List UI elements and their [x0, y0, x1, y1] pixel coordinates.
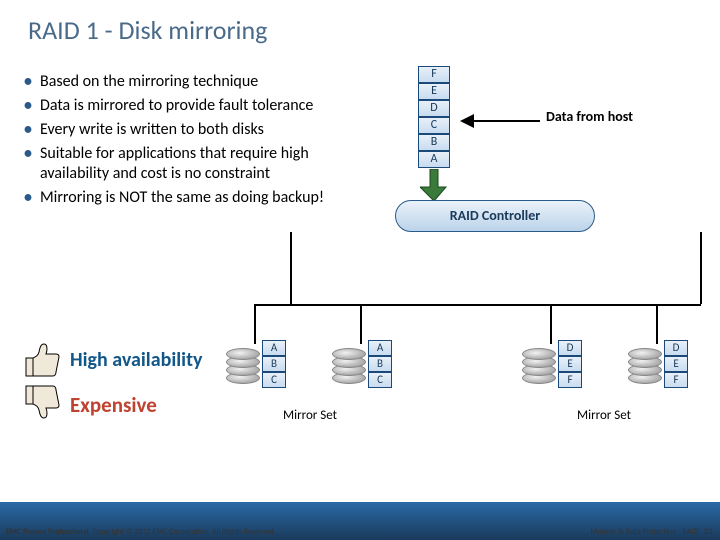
bullet-item: Data is mirrored to provide fault tolera…	[24, 96, 344, 116]
disk-icon: D E F	[628, 342, 662, 388]
bus-line	[360, 304, 362, 344]
bus-line	[254, 304, 256, 344]
disk-data-stack: D E F	[664, 340, 688, 388]
bullet-item: Based on the mirroring technique	[24, 72, 344, 92]
disk-icon: A B C	[332, 342, 366, 388]
data-cell: C	[262, 372, 286, 388]
data-cell: B	[262, 356, 286, 372]
data-cell: D	[558, 340, 582, 356]
arrow-down-icon	[420, 169, 448, 201]
thumbs-down-icon	[22, 384, 62, 420]
bullet-item: Mirroring is NOT the same as doing backu…	[24, 188, 344, 208]
incoming-data-stack: F E D C B A	[418, 66, 450, 168]
data-cell: B	[368, 356, 392, 372]
disk-icon: A B C	[226, 342, 260, 388]
disk-icon: D E F	[522, 342, 556, 388]
mirror-set-label: Mirror Set	[524, 408, 684, 423]
footer-module: Module 3: Data Protection - RAID 23	[591, 527, 712, 537]
bus-line	[656, 304, 658, 344]
data-cell: A	[368, 340, 392, 356]
mirror-set-label: Mirror Set	[230, 408, 390, 423]
bullet-item: Every write is written to both disks	[24, 120, 344, 140]
bus-line	[700, 232, 702, 304]
bus-line	[254, 304, 290, 306]
slide-content: Based on the mirroring technique Data is…	[0, 46, 720, 486]
data-cell: A	[262, 340, 286, 356]
raid-controller-box: RAID Controller	[395, 200, 595, 232]
disk-data-stack: D E F	[558, 340, 582, 388]
bus-line	[550, 304, 552, 344]
data-cell: F	[558, 372, 582, 388]
data-cell: C	[368, 372, 392, 388]
bus-line	[290, 304, 701, 306]
data-cell: C	[418, 117, 450, 134]
disk-data-stack: A B C	[262, 340, 286, 388]
disk-data-stack: A B C	[368, 340, 392, 388]
bus-line	[290, 232, 292, 304]
data-cell: E	[664, 356, 688, 372]
arrow-left-icon	[460, 114, 540, 128]
footer-copyright: EMC Proven Professional. Copyright © 201…	[6, 527, 276, 537]
data-cell: F	[418, 66, 450, 83]
thumbs-up-icon	[22, 342, 62, 378]
data-cell: B	[418, 134, 450, 151]
bullet-item: Suitable for applications that require h…	[24, 144, 344, 184]
data-cell: A	[418, 151, 450, 168]
data-cell: E	[558, 356, 582, 372]
high-availability-label: High availability	[70, 348, 202, 372]
data-cell: D	[664, 340, 688, 356]
data-from-host-label: Data from host	[546, 108, 633, 125]
data-cell: E	[418, 83, 450, 100]
page-number: 23	[704, 527, 712, 537]
data-cell: D	[418, 100, 450, 117]
slide-title: RAID 1 - Disk mirroring	[0, 0, 720, 46]
bullet-list: Based on the mirroring technique Data is…	[24, 72, 344, 212]
expensive-label: Expensive	[70, 392, 157, 418]
data-cell: F	[664, 372, 688, 388]
